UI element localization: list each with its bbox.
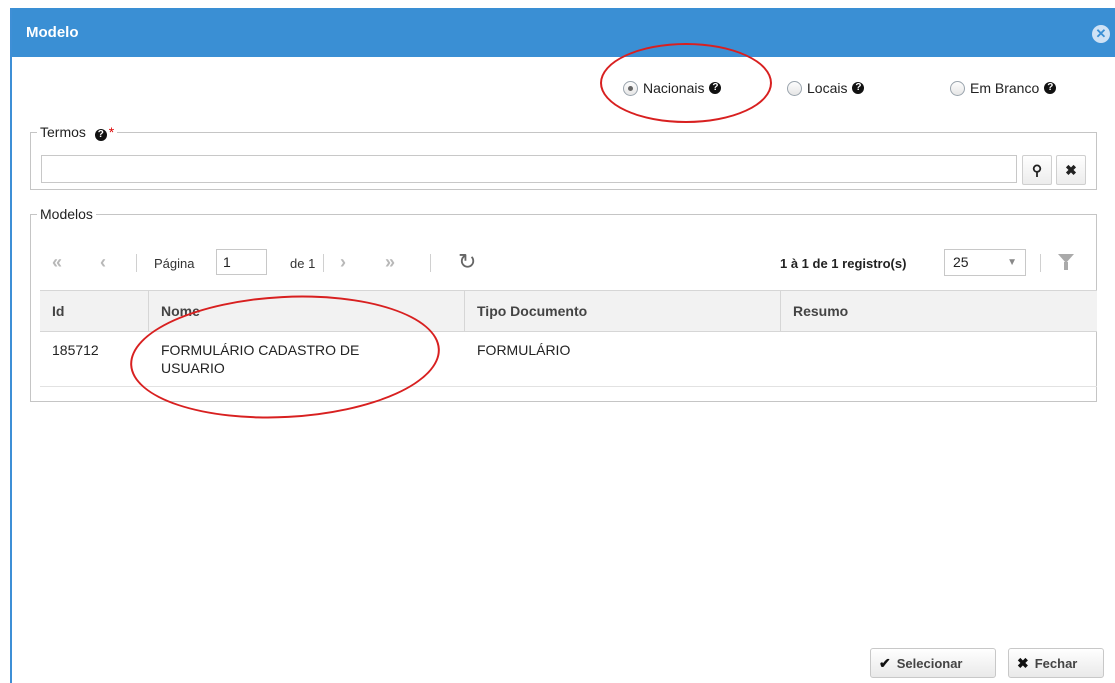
- close-button[interactable]: ✖ Fechar: [1008, 648, 1104, 678]
- page-size-value: 25: [953, 254, 969, 270]
- cell-tipo: FORMULÁRIO: [477, 342, 571, 358]
- close-button-label: Fechar: [1034, 655, 1078, 671]
- select-button-label: Selecionar: [896, 655, 963, 671]
- radio-button[interactable]: [950, 80, 965, 96]
- next-page-icon[interactable]: ›: [340, 252, 346, 273]
- termos-fieldset: Termos ? * ⚲ ✖: [30, 124, 1097, 190]
- top-strip: [0, 0, 1115, 8]
- column-header-tipo[interactable]: Tipo Documento: [465, 291, 781, 331]
- close-x-icon: ✖: [1017, 654, 1029, 671]
- help-icon[interactable]: ?: [94, 129, 107, 141]
- radio-label-em-branco: Em Branco: [970, 80, 1040, 96]
- pager: « ‹ Página 1 de 1 › » ↻ 1 à 1 de 1 regis…: [40, 244, 1103, 284]
- help-icon[interactable]: ?: [852, 82, 865, 94]
- last-page-icon[interactable]: »: [385, 252, 395, 273]
- chevron-down-icon: ▼: [1007, 257, 1017, 268]
- termos-label: Termos: [40, 124, 86, 140]
- first-page-icon[interactable]: «: [52, 252, 62, 273]
- required-mark: *: [108, 124, 115, 140]
- refresh-icon[interactable]: ↻: [458, 249, 476, 275]
- column-header-id[interactable]: Id: [40, 291, 149, 331]
- separator: [1040, 254, 1041, 272]
- modelo-dialog: Modelo ✕ Nacionais ? Locais ? Em Branco …: [10, 8, 1115, 683]
- termos-legend: Termos ? *: [37, 124, 117, 141]
- page-size-select[interactable]: 25 ▼: [944, 249, 1026, 276]
- close-icon[interactable]: ✕: [1092, 25, 1110, 43]
- select-button[interactable]: ✔ Selecionar: [870, 648, 996, 678]
- help-icon[interactable]: ?: [1044, 82, 1057, 94]
- termos-input[interactable]: [41, 155, 1017, 183]
- radio-button[interactable]: [787, 80, 802, 96]
- dialog-title: Modelo: [26, 24, 79, 41]
- radio-em-branco[interactable]: Em Branco ?: [950, 80, 1057, 96]
- page-input[interactable]: 1: [216, 249, 267, 275]
- column-header-resumo[interactable]: Resumo: [781, 291, 1097, 331]
- prev-page-icon[interactable]: ‹: [100, 252, 106, 273]
- dialog-titlebar: Modelo ✕: [12, 8, 1115, 57]
- clear-icon[interactable]: ✖: [1056, 155, 1086, 185]
- radio-locais[interactable]: Locais ?: [787, 80, 865, 96]
- filter-icon[interactable]: [1058, 254, 1074, 270]
- modelos-legend: Modelos: [40, 206, 93, 222]
- record-count: 1 à 1 de 1 registro(s): [780, 256, 907, 271]
- page-label: Página: [154, 256, 195, 271]
- page-of-label: de 1: [290, 256, 316, 271]
- separator: [323, 254, 324, 272]
- search-icon[interactable]: ⚲: [1022, 155, 1052, 185]
- separator: [430, 254, 431, 272]
- check-icon: ✔: [879, 654, 891, 671]
- separator: [136, 254, 137, 272]
- radio-label-locais: Locais: [807, 80, 848, 96]
- annotation-ellipse: [600, 43, 772, 123]
